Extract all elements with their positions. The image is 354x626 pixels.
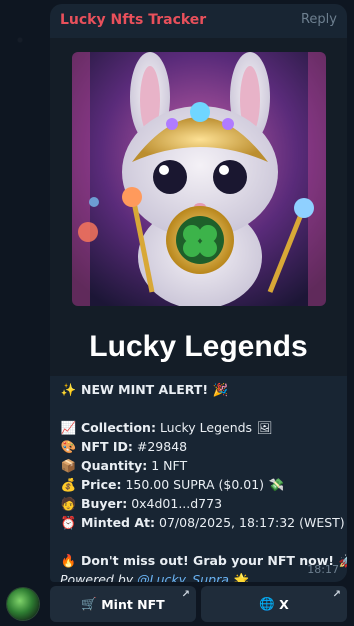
x-button[interactable]: 🌐 X ↗	[201, 586, 347, 622]
quantity-value: 1 NFT	[151, 458, 188, 473]
cart-icon: 🛒	[81, 596, 97, 611]
mint-nft-button[interactable]: 🛒 Mint NFT ↗	[50, 586, 196, 622]
cta-text: Don't miss out! Grab your NFT now!	[80, 553, 334, 568]
inline-keyboard: 🛒 Mint NFT ↗ 🌐 X ↗	[50, 586, 347, 622]
collection-value: Lucky Legends	[159, 420, 253, 435]
collection-banner-title: Lucky Legends	[89, 330, 308, 363]
price-value: 150.00 SUPRA ($0.01)	[125, 477, 265, 492]
rocket-icon: 🚀	[338, 553, 347, 568]
star-icon: 🌟	[233, 572, 250, 582]
buyer-label: Buyer:	[80, 496, 128, 511]
globe-icon: 🌐	[259, 596, 275, 611]
nft-artwork-image	[72, 52, 326, 306]
money-bag-icon: 💰	[60, 477, 77, 492]
mint-nft-label: Mint NFT	[101, 596, 165, 612]
sender-name[interactable]: Lucky Nfts Tracker	[60, 12, 206, 28]
money-wings-icon: 💸	[268, 477, 285, 492]
alert-text: NEW MINT ALERT!	[80, 382, 209, 397]
nft-id-label: NFT ID:	[80, 439, 133, 454]
minted-value: 07/08/2025, 18:17:32 (WEST)	[159, 515, 345, 530]
nft-image-card[interactable]: Lucky Legends	[50, 38, 347, 376]
external-link-icon: ↗	[332, 589, 341, 600]
fire-icon: 🔥	[60, 553, 77, 568]
collection-label: Collection:	[80, 420, 156, 435]
package-icon: 📦	[60, 458, 77, 473]
palette-icon: 🎨	[60, 439, 77, 454]
message-bubble: Lucky Nfts Tracker Reply Lucky Legends ✨…	[50, 4, 347, 582]
nft-id-value: #29848	[136, 439, 188, 454]
reply-button[interactable]: Reply	[301, 12, 337, 27]
buyer-value: 0x4d01...d773	[131, 496, 223, 511]
message-header: Lucky Nfts Tracker Reply	[60, 12, 337, 30]
sparkles-icon: ✨	[60, 382, 77, 397]
party-popper-icon: 🎉	[212, 382, 229, 397]
price-label: Price:	[80, 477, 122, 492]
chart-icon: 📈	[60, 420, 77, 435]
minted-label: Minted At:	[80, 515, 156, 530]
powered-by-text: Powered by	[60, 572, 134, 582]
alarm-clock-icon: ⏰	[60, 515, 77, 530]
x-label: X	[279, 596, 289, 612]
person-icon: 🧑	[60, 496, 77, 511]
message-timestamp: 18:17	[307, 563, 339, 576]
powered-by-link[interactable]: @Lucky_Supra	[137, 572, 229, 582]
external-link-icon: ↗	[181, 589, 190, 600]
bot-avatar[interactable]	[7, 588, 39, 620]
picture-icon: 🖼	[256, 420, 273, 435]
message-text: ✨ NEW MINT ALERT! 🎉 📈 Collection: Lucky …	[60, 380, 347, 582]
quantity-label: Quantity:	[80, 458, 148, 473]
